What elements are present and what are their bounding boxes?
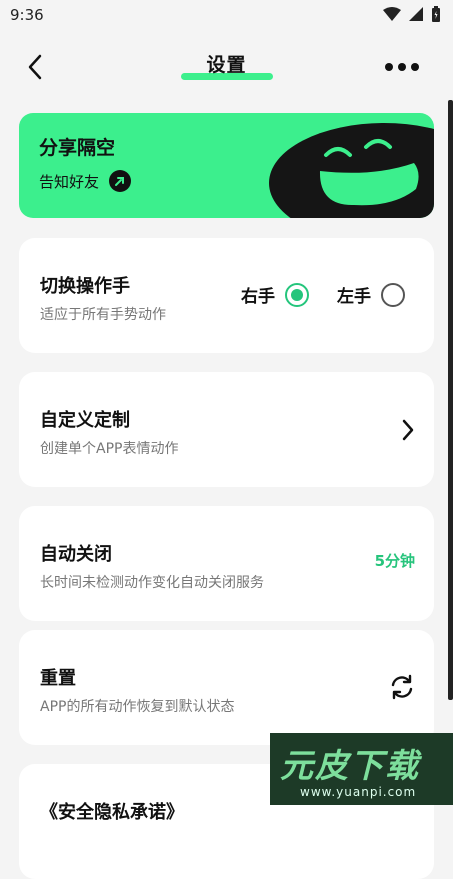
reset-card[interactable]: 重置 APP的所有动作恢复到默认状态 <box>19 630 434 745</box>
custom-setting-desc: 创建单个APP表情动作 <box>40 441 179 457</box>
top-bar: 9:36 设置 <box>0 0 453 105</box>
auto-close-desc: 长时间未检测动作变化自动关闭服务 <box>40 575 264 591</box>
hand-setting-card: 切换操作手 适应于所有手势动作 右手 左手 <box>19 238 434 353</box>
scroll-indicator <box>448 100 453 700</box>
system-icons <box>383 6 441 22</box>
mascot-face-icon <box>269 123 434 218</box>
watermark-url: www.yuanpi.com <box>300 785 417 799</box>
left-hand-radio[interactable] <box>381 282 405 307</box>
share-card[interactable]: 分享隔空 告知好友 <box>19 113 434 218</box>
wifi-icon <box>383 7 401 21</box>
share-subtitle: 告知好友 <box>39 172 100 191</box>
reset-title: 重置 <box>40 668 76 689</box>
share-arrow-icon <box>109 170 132 192</box>
watermark-logo: 元皮下载 www.yuanpi.com <box>270 733 453 805</box>
signal-icon <box>409 7 423 21</box>
custom-setting-card[interactable]: 自定义定制 创建单个APP表情动作 <box>19 372 434 487</box>
refresh-icon[interactable] <box>388 673 416 701</box>
chevron-right-icon <box>402 419 414 441</box>
share-subtitle-row: 告知好友 <box>39 170 132 192</box>
right-hand-radio[interactable] <box>285 282 309 307</box>
privacy-title: 《安全隐私承诺》 <box>40 802 184 823</box>
left-hand-label: 左手 <box>337 287 371 307</box>
auto-close-card[interactable]: 自动关闭 长时间未检测动作变化自动关闭服务 5分钟 <box>19 506 434 621</box>
battery-icon <box>432 6 440 22</box>
share-title: 分享隔空 <box>39 137 116 159</box>
right-hand-label: 右手 <box>241 287 275 307</box>
hand-setting-desc: 适应于所有手势动作 <box>40 307 166 323</box>
status-bar: 9:36 <box>0 0 453 32</box>
hand-setting-title: 切换操作手 <box>40 276 130 297</box>
watermark-brand: 元皮下载 <box>280 746 420 785</box>
status-time: 9:36 <box>10 6 44 24</box>
nav-bar: 设置 <box>0 40 453 96</box>
right-hand-option[interactable]: 右手 <box>241 282 309 307</box>
auto-close-value[interactable]: 5分钟 <box>375 550 415 571</box>
more-options-icon[interactable] <box>383 60 421 74</box>
reset-desc: APP的所有动作恢复到默认状态 <box>40 699 235 715</box>
left-hand-option[interactable]: 左手 <box>337 282 405 307</box>
custom-setting-title: 自定义定制 <box>40 410 130 431</box>
auto-close-title: 自动关闭 <box>40 544 112 565</box>
page-title: 设置 <box>206 54 247 76</box>
